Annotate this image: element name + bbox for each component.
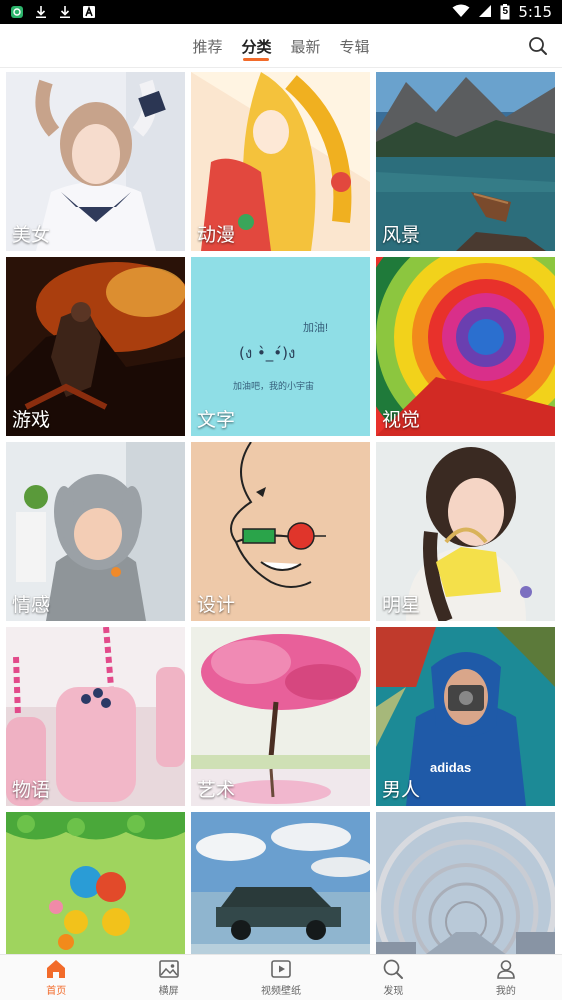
category-label: 情感 xyxy=(12,595,51,616)
nav-landscape[interactable]: 横屏 xyxy=(112,955,224,1000)
status-bar: 5 5:15 xyxy=(0,0,562,24)
video-icon xyxy=(271,960,291,978)
cars-thumbnail xyxy=(191,812,370,954)
nav-label: 首页 xyxy=(46,986,67,997)
text-tile-emoticon: (ง •̀_•́)ง xyxy=(239,344,296,362)
nav-home[interactable]: 首页 xyxy=(0,955,112,1000)
app-notification-icon xyxy=(10,5,24,19)
tab-latest[interactable]: 最新 xyxy=(291,24,321,68)
category-tile-games[interactable]: 游戏 xyxy=(6,257,185,436)
category-label: 视觉 xyxy=(382,410,421,431)
category-label: 游戏 xyxy=(12,410,51,431)
nav-video-wallpaper[interactable]: 视频壁纸 xyxy=(225,955,337,1000)
category-label: 动漫 xyxy=(197,225,236,246)
tab-list: 推荐 分类 最新 专辑 xyxy=(0,24,562,68)
category-label: 美女 xyxy=(12,225,51,246)
tshirt-brand-text: adidas xyxy=(430,760,472,775)
category-tile-men[interactable]: adidas 男人 xyxy=(376,627,555,806)
download-icon xyxy=(34,5,48,19)
nav-label: 横屏 xyxy=(158,986,179,997)
cartoon-thumbnail xyxy=(6,812,185,954)
category-tile-anime[interactable]: 动漫 xyxy=(191,72,370,251)
a-notification-icon xyxy=(82,5,96,19)
battery-icon: 5 xyxy=(500,4,510,20)
category-label: 设计 xyxy=(197,595,236,616)
nav-discover[interactable]: 发现 xyxy=(337,955,449,1000)
status-time: 5:15 xyxy=(518,3,552,21)
home-icon xyxy=(47,960,66,978)
architecture-thumbnail xyxy=(376,812,555,954)
category-tile-scenery[interactable]: 风景 xyxy=(376,72,555,251)
category-label: 艺术 xyxy=(197,780,236,801)
bottom-nav: 首页 横屏 视频壁纸 发现 我的 xyxy=(0,954,562,1000)
nav-label: 视频壁纸 xyxy=(261,986,302,997)
image-icon xyxy=(158,960,179,978)
category-label: 明星 xyxy=(382,595,421,616)
category-tile-art[interactable]: 艺术 xyxy=(191,627,370,806)
battery-level: 5 xyxy=(502,6,509,17)
category-tile-visual[interactable]: 视觉 xyxy=(376,257,555,436)
category-tile-cartoon[interactable] xyxy=(6,812,185,954)
nav-me[interactable]: 我的 xyxy=(450,955,562,1000)
tab-categories[interactable]: 分类 xyxy=(241,24,271,68)
category-label: 文字 xyxy=(197,410,236,431)
category-tile-architecture[interactable] xyxy=(376,812,555,954)
signal-icon xyxy=(478,4,492,21)
category-tile-text[interactable]: 加油! (ง •̀_•́)ง 加油吧，我的小宇宙 文字 xyxy=(191,257,370,436)
tab-albums[interactable]: 专辑 xyxy=(340,24,370,68)
search-icon xyxy=(384,959,404,979)
category-tile-story[interactable]: 物语 xyxy=(6,627,185,806)
category-label: 男人 xyxy=(382,780,421,801)
category-tile-cars[interactable] xyxy=(191,812,370,954)
category-tile-design[interactable]: 设计 xyxy=(191,442,370,621)
wifi-icon xyxy=(452,4,470,21)
category-tile-celebrity[interactable]: 明星 xyxy=(376,442,555,621)
nav-label: 我的 xyxy=(495,986,516,997)
user-icon xyxy=(497,960,515,979)
category-label: 物语 xyxy=(12,780,51,801)
download-icon xyxy=(58,5,72,19)
top-tab-bar: 推荐 分类 最新 专辑 xyxy=(0,24,562,68)
category-tile-emotion[interactable]: 情感 xyxy=(6,442,185,621)
text-tile-line1: 加油! xyxy=(303,322,329,334)
category-label: 风景 xyxy=(382,225,421,246)
category-grid: 美女 动漫 风景 游戏 加油! (ง •̀_•́)ง 加油吧，我的小宇宙 文字 … xyxy=(6,72,556,954)
category-tile-beauty[interactable]: 美女 xyxy=(6,72,185,251)
search-icon xyxy=(529,37,547,55)
search-button[interactable] xyxy=(526,34,550,58)
nav-label: 发现 xyxy=(383,986,404,997)
text-tile-line3: 加油吧，我的小宇宙 xyxy=(233,381,315,391)
tab-recommended[interactable]: 推荐 xyxy=(192,24,222,68)
